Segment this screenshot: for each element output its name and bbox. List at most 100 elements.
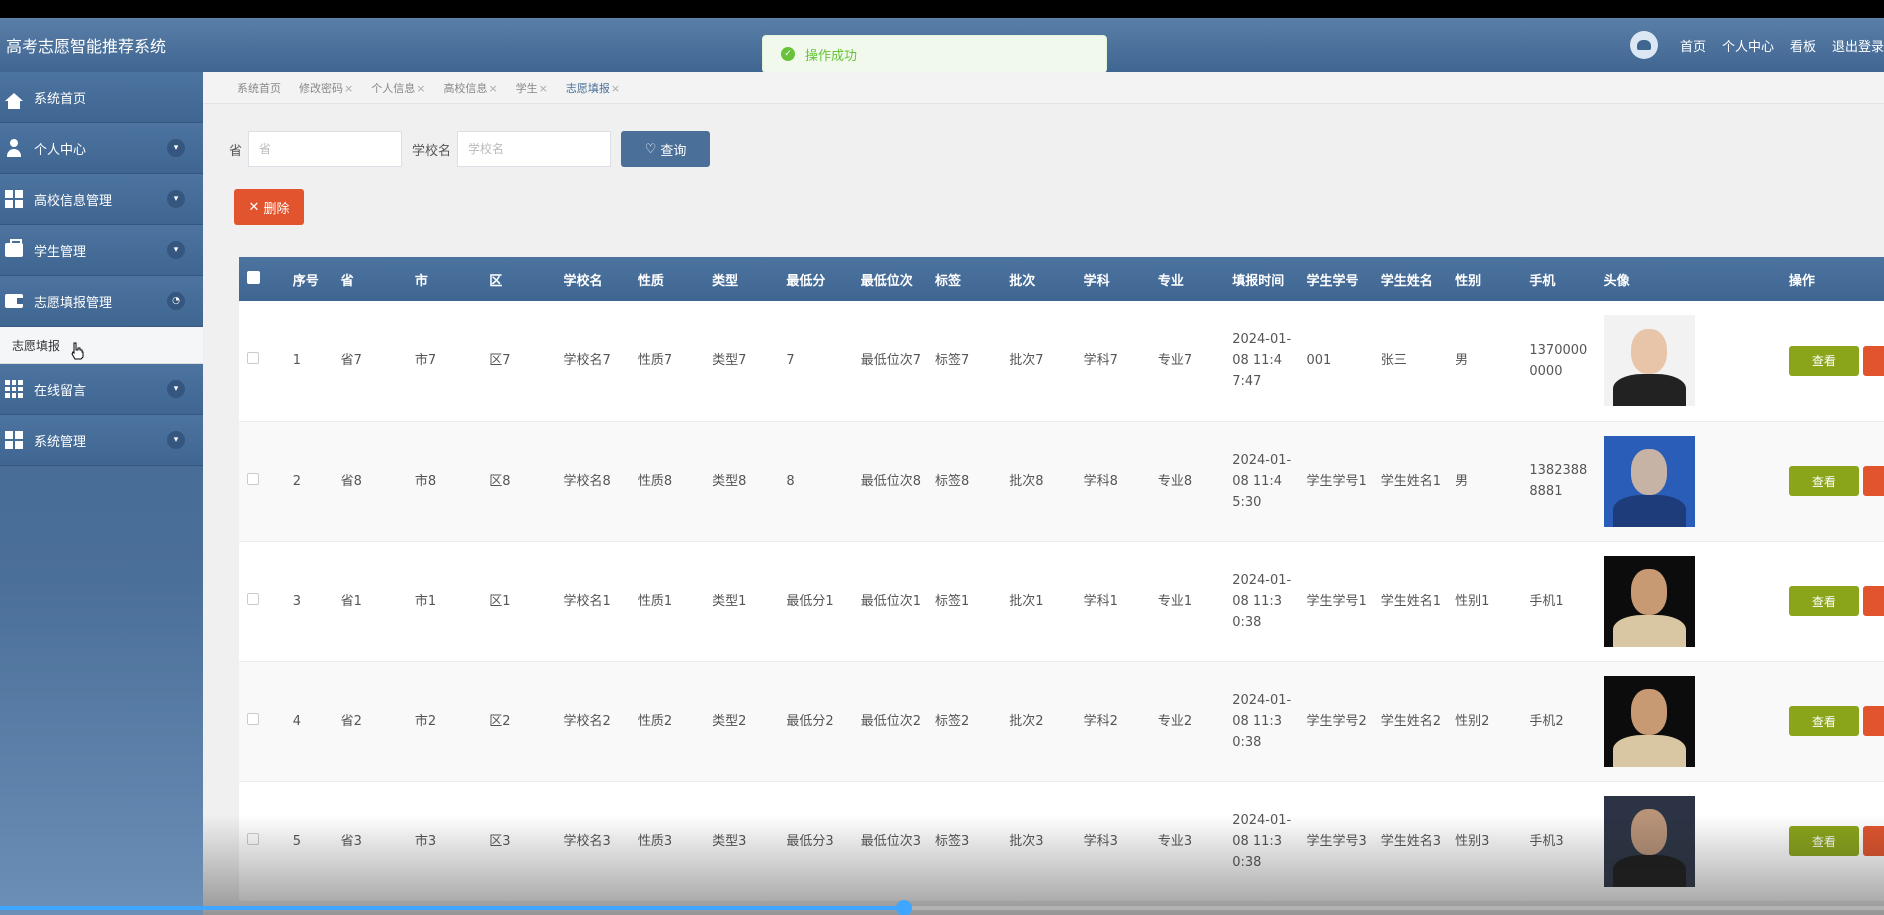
select-all-checkbox[interactable]	[247, 270, 260, 284]
actions-cell: 查看	[1781, 541, 1884, 661]
row-delete-button[interactable]	[1862, 826, 1884, 856]
school-label: 学校名	[412, 143, 452, 159]
sidebar-subitem-application-fill[interactable]: 志愿填报	[0, 327, 203, 364]
delete-button[interactable]: ✕ 删除	[234, 189, 304, 225]
tab-school-info[interactable]: 高校信息×	[443, 80, 497, 96]
table-cell: 类型8	[712, 473, 747, 489]
table-cell: 学校名1	[563, 593, 611, 609]
heart-icon: ♡	[644, 141, 657, 157]
sidebar-item-messages[interactable]: 在线留言 ▾	[0, 364, 203, 415]
sidebar-item-profile[interactable]: 个人中心 ▾	[0, 123, 203, 174]
row-select-cell[interactable]	[239, 661, 285, 781]
table-cell: 001	[1306, 353, 1332, 369]
nav-dashboard-link[interactable]: 看板	[1790, 36, 1816, 55]
sidebar-item-application[interactable]: 志愿填报管理 ◔	[0, 276, 203, 327]
table-cell: 标签8	[935, 473, 970, 489]
row-select-cell[interactable]	[239, 421, 285, 541]
table-cell: 学生学号1	[1306, 473, 1367, 489]
select-all-cell[interactable]	[239, 257, 285, 301]
row-checkbox[interactable]	[247, 352, 259, 365]
tab-students[interactable]: 学生×	[516, 80, 548, 96]
table-cell: 区7	[489, 353, 511, 369]
student-photo	[1603, 315, 1695, 407]
view-button[interactable]: 查看	[1788, 706, 1859, 736]
nav-logout-link[interactable]: 退出登录	[1832, 36, 1884, 55]
table-cell: 学生姓名3	[1380, 833, 1442, 849]
close-icon: ×	[344, 81, 354, 95]
column-header: 学科	[1083, 273, 1110, 289]
sidebar-item-label: 学生管理	[34, 244, 87, 260]
actions-cell: 查看	[1781, 421, 1884, 541]
table-cell: 区3	[489, 833, 511, 849]
table-cell: 性别3	[1455, 833, 1490, 849]
column-header: 标签	[935, 273, 962, 289]
tab-home[interactable]: 系统首页	[237, 80, 281, 96]
nav-home-link[interactable]: 首页	[1680, 36, 1706, 55]
chevron-down-icon: ▾	[167, 190, 185, 208]
video-progress-bar[interactable]	[0, 900, 1884, 915]
view-button[interactable]: 查看	[1788, 466, 1859, 496]
table-cell: 学科8	[1083, 473, 1118, 489]
table-cell: 男	[1455, 473, 1469, 489]
app-title: 高考志愿智能推荐系统	[6, 37, 167, 56]
view-button[interactable]: 查看	[1788, 826, 1859, 856]
actions-cell: 查看	[1781, 301, 1884, 421]
table-cell: 批次2	[1009, 713, 1044, 729]
table-cell: 学校名2	[563, 713, 611, 729]
table-cell: 4	[292, 713, 302, 729]
hand-cursor-icon	[71, 342, 84, 360]
sidebar-item-label: 系统管理	[34, 434, 87, 450]
row-delete-button[interactable]	[1862, 706, 1884, 736]
nav-profile-link[interactable]: 个人中心	[1722, 36, 1774, 55]
row-select-cell[interactable]	[239, 541, 285, 661]
table-cell: 市7	[414, 353, 437, 369]
table-cell: 性别2	[1455, 713, 1490, 729]
view-button[interactable]: 查看	[1788, 345, 1859, 376]
province-input[interactable]	[248, 131, 403, 167]
view-button[interactable]: 查看	[1788, 586, 1859, 616]
briefcase-icon	[4, 239, 24, 259]
row-checkbox[interactable]	[247, 832, 259, 845]
table-cell: 市1	[414, 593, 437, 609]
table-cell: 标签3	[935, 833, 970, 849]
row-select-cell[interactable]	[239, 301, 285, 421]
row-checkbox[interactable]	[247, 712, 259, 725]
table-cell: 学生学号3	[1306, 833, 1367, 849]
row-delete-button[interactable]	[1862, 586, 1884, 616]
close-icon: ✕	[248, 199, 260, 215]
table-cell: 批次7	[1009, 353, 1044, 369]
table-cell: 最低位次2	[860, 713, 921, 729]
table-cell: 标签1	[935, 593, 970, 609]
tab-personal-info[interactable]: 个人信息×	[371, 80, 425, 96]
row-select-cell[interactable]	[239, 781, 285, 901]
row-delete-button[interactable]	[1862, 466, 1884, 496]
table-cell: 市2	[414, 713, 437, 729]
grid9-icon	[4, 380, 24, 398]
school-input[interactable]	[457, 131, 612, 167]
row-checkbox[interactable]	[247, 592, 259, 605]
tab-bar: 系统首页 修改密码× 个人信息× 高校信息× 学生× 志愿填报×	[203, 72, 1884, 104]
video-progress-knob[interactable]	[896, 900, 913, 915]
table-cell: 学生学号2	[1306, 713, 1367, 729]
table-header-row: 序号 省 市 区 学校名 性质 类型 最低分 最低位次 标签 批次 学科 专业 …	[239, 257, 1884, 301]
table-cell: 最低分1	[786, 593, 834, 609]
sidebar-item-home[interactable]: 系统首页	[0, 72, 203, 123]
avatar-cell	[1596, 541, 1781, 661]
table-cell: 2024-01-08 11:30:38	[1232, 572, 1292, 630]
sidebar-item-school-info[interactable]: 高校信息管理 ▾	[0, 174, 203, 225]
table-cell: 最低位次3	[860, 833, 921, 849]
table-cell: 最低位次1	[860, 593, 921, 609]
search-button[interactable]: ♡ 查询	[621, 131, 711, 167]
table-cell: 标签2	[935, 713, 970, 729]
student-photo	[1603, 675, 1695, 767]
sidebar-item-system[interactable]: 系统管理 ▾	[0, 415, 203, 466]
sidebar-item-students[interactable]: 学生管理 ▾	[0, 225, 203, 276]
row-checkbox[interactable]	[247, 472, 259, 485]
sidebar-item-label: 志愿填报管理	[34, 295, 113, 311]
table-cell: 手机3	[1529, 833, 1564, 849]
tab-change-password[interactable]: 修改密码×	[299, 80, 353, 96]
row-delete-button[interactable]	[1862, 345, 1884, 376]
avatar[interactable]	[1629, 31, 1658, 59]
table-cell: 类型2	[712, 713, 747, 729]
tab-application[interactable]: 志愿填报×	[566, 80, 620, 96]
